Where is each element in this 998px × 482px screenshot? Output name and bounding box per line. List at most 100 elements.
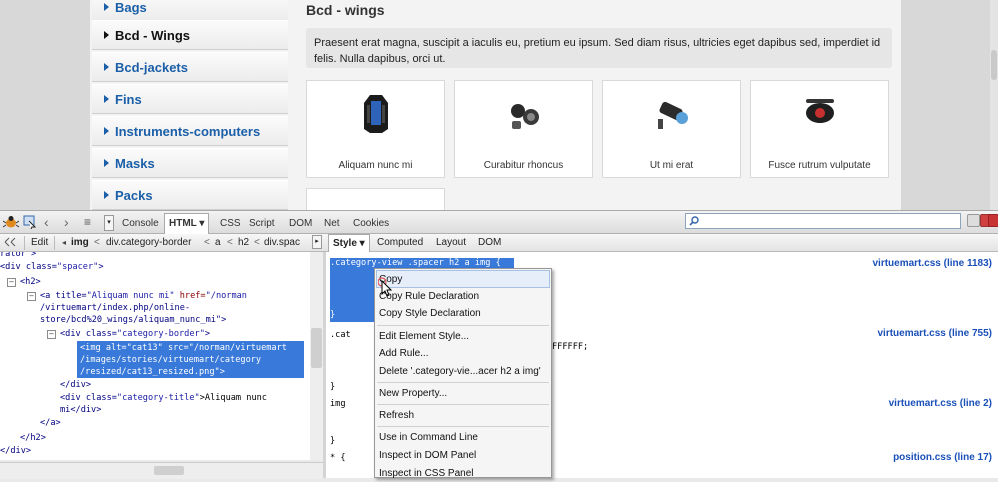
side-panel-tabs: Style ▾ Computed Layout DOM: [326, 234, 998, 252]
collapse-icon[interactable]: [4, 237, 16, 248]
page-title: Bcd - wings: [306, 2, 385, 18]
bcd-wing-icon: [363, 95, 388, 133]
edit-button[interactable]: Edit: [24, 236, 56, 250]
menu-item-new-property[interactable]: New Property...: [379, 385, 447, 402]
product-title[interactable]: Curabitur rhoncus: [455, 160, 592, 171]
product-title[interactable]: Aliquam nunc mi: [307, 160, 444, 171]
css-selector[interactable]: * {: [330, 453, 346, 463]
css-selector[interactable]: img: [330, 399, 346, 409]
css-brace: }: [330, 436, 336, 446]
sidebar-item-bags[interactable]: Bags: [92, 0, 288, 22]
menu-item-inspect-in-dom-panel[interactable]: Inspect in DOM Panel: [379, 447, 476, 464]
breadcrumb-h2[interactable]: h2: [238, 236, 249, 250]
collapse-toggle-icon[interactable]: −: [47, 330, 56, 339]
product-title[interactable]: Fusce rutrum vulputate: [751, 160, 888, 171]
scooter-icon: [805, 99, 834, 123]
sidebar-item-packs[interactable]: Packs: [92, 180, 288, 210]
sidebar-item-fins[interactable]: Fins: [92, 84, 288, 114]
dropdown-icon[interactable]: ▾: [104, 215, 114, 231]
html-line[interactable]: <h2>: [20, 276, 41, 288]
css-value[interactable]: FFFFFF;: [552, 342, 588, 352]
menu-item-copy-rule-declaration[interactable]: Copy Rule Declaration: [379, 288, 479, 305]
html-tree-panel[interactable]: rator"> <div class="spacer"> − <h2> − <a…: [0, 252, 323, 460]
menu-item-edit-element-style[interactable]: Edit Element Style...: [379, 328, 469, 345]
breadcrumb-div-spacer[interactable]: div.spac: [264, 236, 300, 250]
selected-node-highlight[interactable]: <img alt="cat13" src="/norman/virtuemart…: [77, 341, 304, 378]
sidebar-item-bcd-jackets[interactable]: Bcd-jackets: [92, 52, 288, 82]
attr-value: "spacer": [56, 262, 99, 272]
tab-computed[interactable]: Computed: [377, 236, 423, 250]
breadcrumb-a[interactable]: a: [215, 236, 221, 250]
css-source-link[interactable]: position.css (line 17): [893, 452, 992, 463]
collapse-toggle-icon[interactable]: −: [27, 292, 36, 301]
back-icon[interactable]: ‹: [44, 215, 49, 231]
scrollbar-thumb[interactable]: [311, 328, 322, 368]
html-panel-hscrollbar[interactable]: [0, 462, 323, 479]
tag-text: <div class=: [60, 393, 117, 403]
html-line[interactable]: </div>: [0, 445, 31, 457]
menu-icon[interactable]: ≡: [84, 215, 98, 231]
close-icon[interactable]: [988, 214, 998, 227]
tab-dom-side[interactable]: DOM: [478, 236, 501, 250]
menu-item-refresh[interactable]: Refresh: [379, 407, 414, 424]
breadcrumb-right-icon[interactable]: ▸: [312, 235, 322, 249]
breadcrumb-separator: <: [94, 237, 100, 248]
breadcrumb-div-category-border[interactable]: div.category-border: [106, 236, 191, 250]
collapse-toggle-icon[interactable]: −: [7, 278, 16, 287]
product-card[interactable]: [306, 188, 445, 210]
html-line[interactable]: <div class="spacer">: [0, 261, 104, 273]
breadcrumb-separator: <: [227, 237, 233, 248]
inspect-icon[interactable]: [23, 215, 37, 229]
css-selector[interactable]: .category-view .spacer h2 a img {: [330, 258, 501, 268]
forward-icon[interactable]: ›: [64, 215, 69, 231]
tab-script[interactable]: Script: [245, 214, 279, 233]
breadcrumb-left-icon[interactable]: ◂: [62, 236, 66, 250]
css-source-link[interactable]: virtuemart.css (line 2): [889, 398, 992, 409]
html-line[interactable]: </h2>: [20, 432, 46, 444]
product-card[interactable]: Curabitur rhoncus: [454, 80, 593, 178]
category-description: Praesent erat magna, suscipit a iaculis …: [306, 28, 892, 68]
menu-item-inspect-in-css-panel[interactable]: Inspect in CSS Panel: [379, 465, 474, 482]
sidebar-item-bcd-wings[interactable]: Bcd - Wings: [92, 20, 288, 50]
page-scrollbar-thumb[interactable]: [991, 50, 997, 80]
scrollbar-thumb[interactable]: [154, 466, 184, 475]
css-selector[interactable]: .cat: [330, 330, 351, 340]
tab-console[interactable]: Console: [118, 214, 163, 233]
tab-net[interactable]: Net: [320, 214, 344, 233]
html-line: mi</div>: [60, 405, 102, 415]
html-line[interactable]: <div class="category-border">: [60, 328, 210, 340]
menu-item-copy-style-declaration[interactable]: Copy Style Declaration: [379, 305, 481, 322]
triangle-icon: [104, 31, 109, 39]
css-source-link[interactable]: virtuemart.css (line 755): [878, 328, 993, 339]
menu-item-delete-rule[interactable]: Delete '.category-vie...acer h2 a img': [379, 363, 541, 380]
page-scrollbar[interactable]: [990, 0, 998, 210]
html-line[interactable]: </div>: [60, 379, 91, 391]
css-source-link[interactable]: virtuemart.css (line 1183): [872, 258, 992, 269]
context-menu: Copy Copy Rule Declaration Copy Style De…: [374, 268, 552, 479]
tab-style[interactable]: Style ▾: [328, 234, 370, 252]
html-line[interactable]: <a title="Aliquam nunc mi" href="/norman: [40, 290, 247, 302]
css-brace: }: [330, 310, 336, 320]
html-line[interactable]: </a>: [40, 417, 61, 429]
sidebar-item-instruments-computers[interactable]: Instruments-computers: [92, 116, 288, 146]
product-card[interactable]: Ut mi erat: [602, 80, 741, 178]
menu-item-add-rule[interactable]: Add Rule...: [379, 345, 428, 362]
html-line[interactable]: <div class="category-title">Aliquam nunc: [60, 392, 267, 404]
product-title[interactable]: Ut mi erat: [603, 160, 740, 171]
tab-css[interactable]: CSS: [216, 214, 245, 233]
product-card[interactable]: Aliquam nunc mi: [306, 80, 445, 178]
breadcrumb-img[interactable]: img: [71, 236, 89, 250]
menu-item-use-in-command-line[interactable]: Use in Command Line: [379, 429, 478, 446]
tab-html[interactable]: HTML ▾: [164, 213, 210, 235]
menu-separator: [377, 325, 549, 326]
attr-value: "Aliquam nunc mi": [86, 291, 175, 301]
tab-layout[interactable]: Layout: [436, 236, 466, 250]
firebug-search-input[interactable]: [685, 213, 961, 229]
product-card[interactable]: Fusce rutrum vulputate: [750, 80, 889, 178]
tab-cookies[interactable]: Cookies: [349, 214, 393, 233]
sidebar-item-masks[interactable]: Masks: [92, 148, 288, 178]
firebug-icon[interactable]: [3, 215, 19, 229]
tab-dom[interactable]: DOM: [285, 214, 316, 233]
minimize-icon[interactable]: [967, 214, 980, 227]
html-panel-scrollbar[interactable]: [310, 252, 323, 460]
